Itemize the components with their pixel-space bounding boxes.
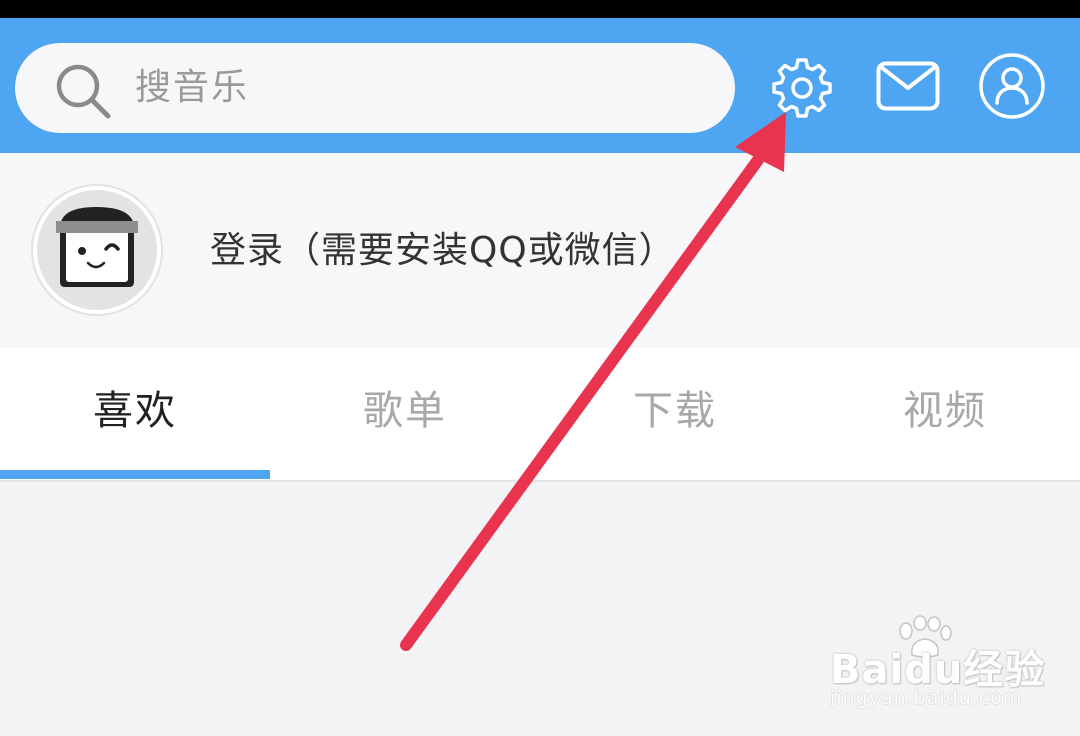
gear-icon[interactable]	[770, 56, 834, 120]
active-tab-indicator	[0, 470, 270, 479]
tab-bar: 喜欢 歌单 下载 视频	[0, 348, 1080, 482]
watermark: Baidu经验 jingyan.baidu.com	[830, 615, 1070, 725]
user-icon[interactable]	[978, 52, 1046, 120]
tab-label: 歌单	[363, 388, 447, 434]
avatar[interactable]	[30, 183, 164, 317]
tab-videos[interactable]: 视频	[810, 348, 1080, 480]
tab-likes[interactable]: 喜欢	[0, 348, 270, 480]
tab-playlists[interactable]: 歌单	[270, 348, 540, 480]
watermark-url: jingyan.baidu.com	[830, 687, 1023, 709]
login-text: 登录（需要安装QQ或微信）	[210, 230, 676, 271]
tab-label: 下载	[633, 388, 717, 434]
mail-icon[interactable]	[876, 61, 940, 111]
search-placeholder: 搜音乐	[135, 67, 250, 108]
search-input[interactable]: 搜音乐	[15, 43, 735, 133]
status-bar	[0, 0, 1080, 18]
tab-downloads[interactable]: 下载	[540, 348, 810, 480]
search-icon	[56, 64, 111, 119]
top-bar: 搜音乐	[0, 18, 1080, 153]
tab-label: 视频	[903, 388, 987, 434]
tab-label: 喜欢	[93, 388, 177, 434]
login-row[interactable]: 登录（需要安装QQ或微信）	[0, 153, 1080, 348]
